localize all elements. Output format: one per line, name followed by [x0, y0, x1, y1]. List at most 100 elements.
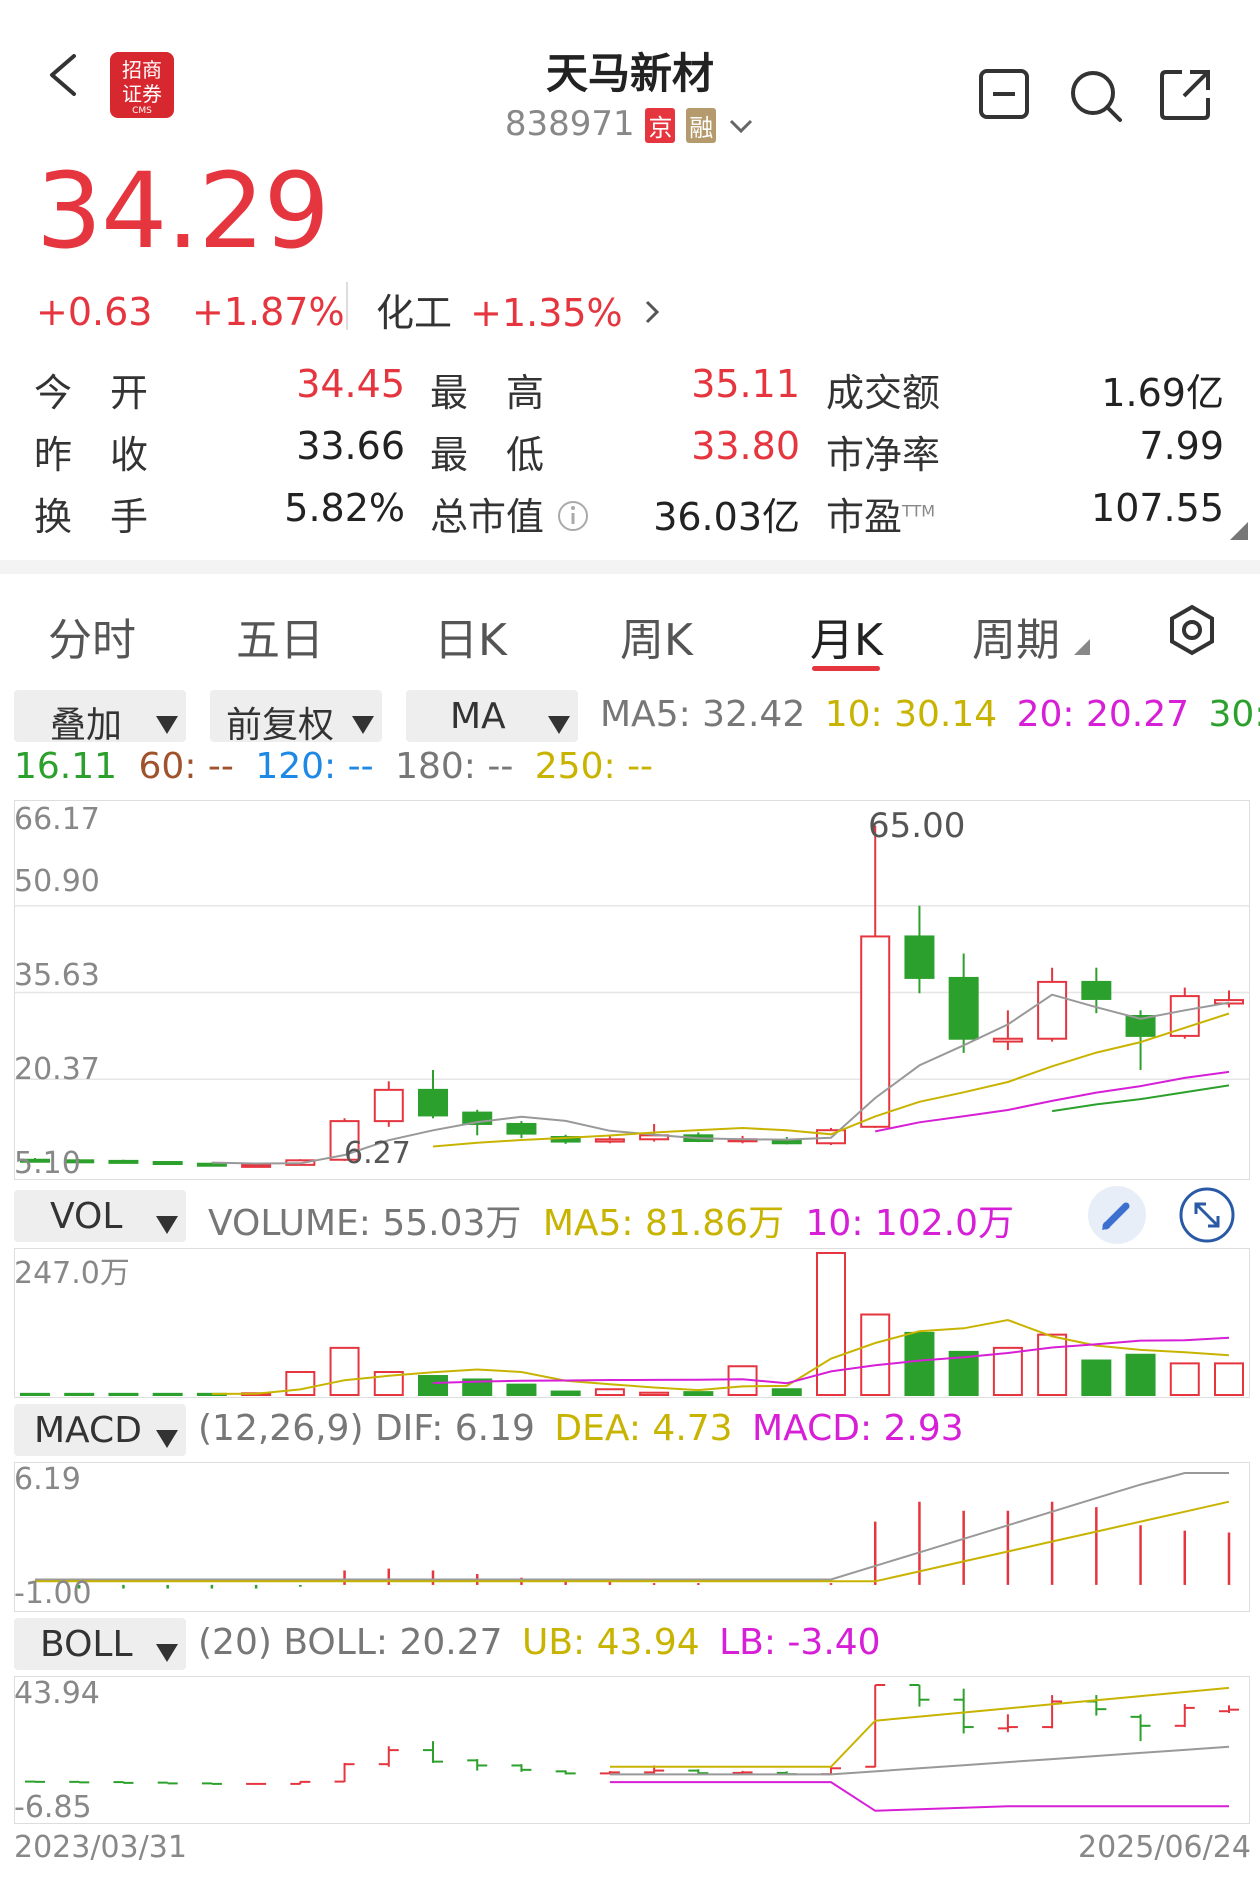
- tab-zhouqi-label: 周期: [972, 615, 1060, 666]
- ma10-legend: 10: 30.14: [824, 694, 998, 735]
- ma30-legend-a: 30:: [1208, 694, 1260, 735]
- kline-chart[interactable]: [14, 800, 1250, 1180]
- vol-axis-top: 247.0万: [14, 1256, 130, 1291]
- high-value: 35.11: [691, 362, 800, 406]
- mcap-value: 36.03亿: [653, 495, 800, 539]
- caret-down-icon: [156, 1632, 178, 1673]
- price-change: +0.63: [36, 290, 153, 334]
- boll-params: (20): [198, 1622, 272, 1663]
- volume-svg: [20, 1252, 1244, 1397]
- candle-body: [373, 1088, 404, 1123]
- volume-bar: [1125, 1353, 1156, 1397]
- kline-svg: [15, 825, 1249, 1168]
- boll-chart[interactable]: [14, 1676, 1250, 1824]
- kline-axis-label: 5.10: [14, 1146, 81, 1181]
- volume-bar: [1081, 1359, 1112, 1396]
- badge-rong: 融: [686, 108, 717, 143]
- vol-volume-legend: VOLUME: 55.03万: [208, 1203, 522, 1244]
- pe-label-text: 市盈: [826, 495, 903, 539]
- macd-dea-line: [35, 1500, 1230, 1583]
- sector-name: 化工: [376, 291, 453, 335]
- overlay-dropdown[interactable]: 叠加: [14, 690, 186, 746]
- tab-fenshi[interactable]: 分时: [48, 604, 136, 668]
- current-price: 34.29: [36, 150, 330, 272]
- vol-dropdown[interactable]: VOL: [14, 1190, 186, 1242]
- kline-axis-label: 50.90: [14, 864, 100, 899]
- macd-axis-bottom: -1.00: [14, 1576, 92, 1611]
- caret-down-icon: [352, 704, 374, 745]
- prev-close-value: 33.66: [296, 424, 405, 468]
- volume-bar: [860, 1313, 891, 1396]
- indicator-dropdown-label: MA: [450, 696, 506, 737]
- boll-lb-line: [609, 1781, 1229, 1812]
- caret-down-icon: [156, 1418, 178, 1459]
- edit-icon[interactable]: [1088, 1186, 1146, 1244]
- volume-bar: [639, 1391, 670, 1397]
- sector-change: +1.35%: [470, 291, 623, 335]
- volume-bar: [771, 1388, 802, 1396]
- volume-bar: [550, 1390, 581, 1397]
- kline-axis-label: 20.37: [14, 1052, 100, 1087]
- high-mark-label: 65.00: [868, 806, 966, 846]
- adjust-dropdown[interactable]: 前复权: [210, 690, 382, 746]
- caret-down-icon: [156, 1204, 178, 1245]
- open-value: 34.45: [296, 362, 405, 406]
- candle-body: [108, 1159, 139, 1164]
- high-label: 最 高: [430, 371, 545, 415]
- amount-label: 成交额: [826, 371, 941, 415]
- ma60-legend: 60: --: [138, 746, 234, 787]
- volume-bar: [506, 1383, 537, 1397]
- sector-link[interactable]: 化工 +1.35%: [376, 282, 661, 337]
- info-icon[interactable]: [556, 498, 590, 542]
- boll-axis-top: 43.94: [14, 1676, 100, 1711]
- macd-svg: [33, 1472, 1231, 1589]
- boll-mid-line: [609, 1745, 1230, 1776]
- tab-wuri[interactable]: 五日: [236, 604, 324, 668]
- volume-bar: [594, 1388, 625, 1396]
- minus-square-icon[interactable]: [978, 68, 1030, 124]
- vol-ma10-legend: 10: 102.0万: [805, 1203, 1014, 1244]
- volume-bar: [329, 1346, 360, 1396]
- mcap-label: 总市值: [430, 486, 590, 542]
- search-icon[interactable]: [1068, 68, 1124, 128]
- macd-dropdown[interactable]: MACD: [14, 1404, 186, 1456]
- date-end: 2025/06/24: [1078, 1830, 1251, 1865]
- caret-down-icon: [156, 704, 178, 745]
- tab-yuek[interactable]: 月K: [810, 604, 883, 668]
- share-icon[interactable]: [1158, 66, 1214, 126]
- boll-dropdown[interactable]: BOLL: [14, 1618, 186, 1670]
- low-mark-label: 6.27: [344, 1136, 411, 1171]
- prev-close-label: 昨 收: [34, 433, 149, 477]
- volume-chart[interactable]: [14, 1248, 1250, 1398]
- boll-lb: LB: -3.40: [719, 1622, 881, 1663]
- candle-body: [196, 1162, 227, 1167]
- adjust-dropdown-label: 前复权: [226, 705, 335, 746]
- candle-body: [948, 976, 979, 1040]
- settings-icon[interactable]: [1166, 604, 1218, 660]
- macd-params: (12,26,9): [198, 1408, 364, 1449]
- ma-legend-line2: 16.11 60: -- 120: -- 180: -- 250: --: [14, 746, 653, 787]
- ma180-legend: 180: --: [395, 746, 514, 787]
- expand-corner-icon[interactable]: [1230, 522, 1248, 544]
- open-label: 今 开: [34, 371, 149, 415]
- fullscreen-icon[interactable]: [1178, 1186, 1236, 1248]
- indicator-dropdown[interactable]: MA: [406, 690, 578, 742]
- candle-body: [594, 1138, 625, 1143]
- kline-axis-label: 35.63: [14, 958, 100, 993]
- active-tab-indicator: [812, 666, 880, 671]
- volume-bar: [1037, 1333, 1068, 1396]
- boll-ub: UB: 43.94: [521, 1622, 700, 1663]
- divider: [346, 282, 348, 330]
- candle-body: [241, 1163, 272, 1168]
- tab-rik[interactable]: 日K: [434, 604, 507, 668]
- volume-bar: [683, 1391, 714, 1396]
- tab-zhouk[interactable]: 周K: [620, 604, 693, 668]
- candle-body: [904, 935, 935, 979]
- turnover-value: 5.82%: [284, 486, 405, 530]
- boll-legend: (20) BOLL: 20.27 UB: 43.94 LB: -3.40: [198, 1622, 881, 1663]
- tab-zhouqi[interactable]: 周期: [972, 604, 1090, 668]
- macd-dropdown-label: MACD: [34, 1410, 142, 1451]
- candle-body: [771, 1139, 802, 1145]
- vol-ma5-legend: MA5: 81.86万: [542, 1203, 785, 1244]
- macd-chart[interactable]: [14, 1462, 1250, 1612]
